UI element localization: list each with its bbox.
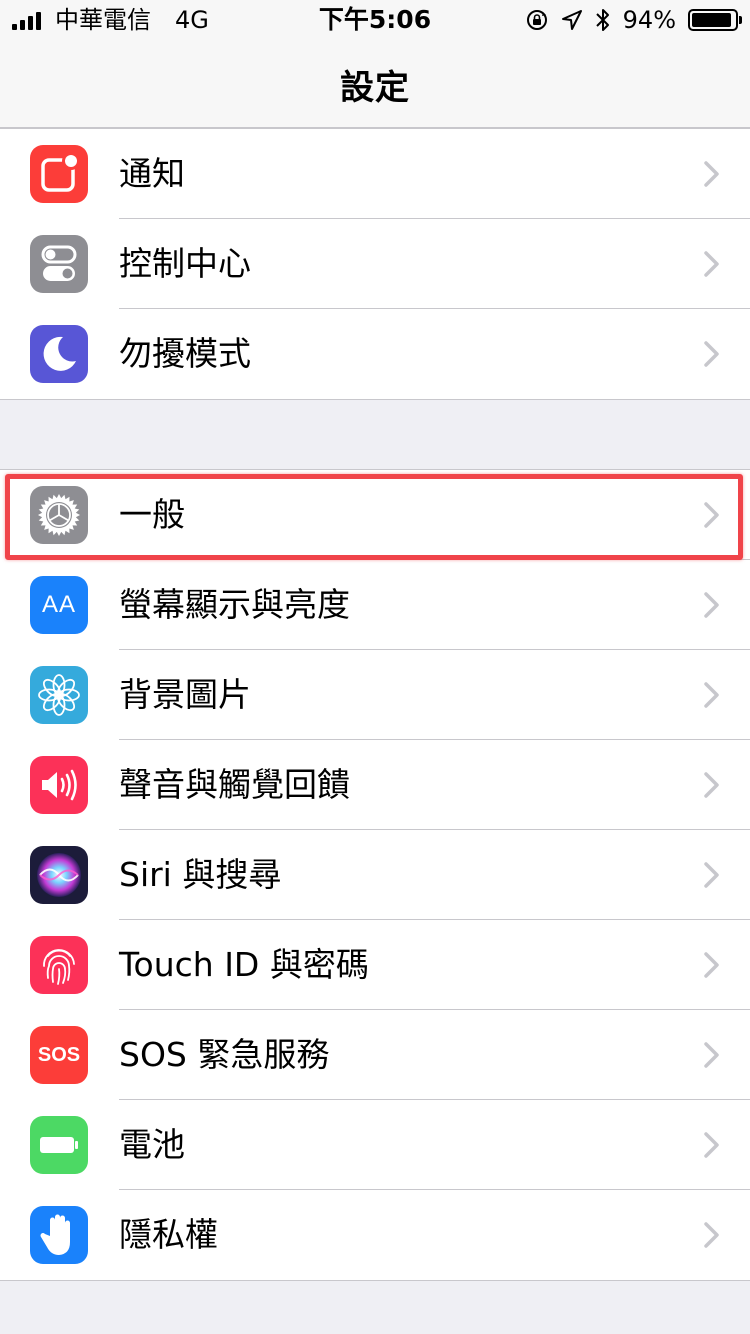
location-arrow-icon bbox=[561, 10, 582, 30]
settings-group-1: 通知 控制中心 勿擾模式 bbox=[0, 128, 750, 400]
chevron-right-icon bbox=[704, 592, 719, 618]
settings-row-label: 背景圖片 bbox=[119, 675, 251, 714]
settings-row-label: 一般 bbox=[119, 495, 185, 534]
notifications-icon bbox=[30, 145, 88, 203]
battery-fill bbox=[692, 13, 732, 27]
settings-row-label: 隱私權 bbox=[119, 1215, 218, 1254]
chevron-right-icon bbox=[704, 251, 719, 277]
bluetooth-icon bbox=[595, 9, 609, 31]
chevron-right-icon bbox=[704, 1132, 719, 1158]
chevron-right-icon bbox=[704, 682, 719, 708]
settings-row-general[interactable]: 一般 bbox=[0, 470, 750, 560]
settings-row-label: 勿擾模式 bbox=[119, 334, 251, 373]
chevron-right-icon bbox=[704, 1042, 719, 1068]
settings-row-label: 螢幕顯示與亮度 bbox=[119, 585, 350, 624]
siri-icon bbox=[30, 846, 88, 904]
navigation-bar: 中華電信 4G 下午5:06 94% 設定 bbox=[0, 0, 750, 128]
page-title: 設定 bbox=[340, 68, 410, 108]
display-brightness-icon: AA bbox=[30, 576, 88, 634]
chevron-right-icon bbox=[704, 952, 719, 978]
settings-row-emergency-sos[interactable]: SOS SOS 緊急服務 bbox=[0, 1010, 750, 1100]
sos-icon: SOS bbox=[30, 1026, 88, 1084]
settings-row-label: 聲音與觸覺回饋 bbox=[119, 765, 350, 804]
chevron-right-icon bbox=[704, 772, 719, 798]
battery-icon bbox=[30, 1116, 88, 1174]
settings-row-label: 通知 bbox=[119, 154, 185, 193]
control-center-icon bbox=[30, 235, 88, 293]
settings-row-notifications[interactable]: 通知 bbox=[0, 129, 750, 219]
settings-row-wallpaper[interactable]: 背景圖片 bbox=[0, 650, 750, 740]
chevron-right-icon bbox=[704, 502, 719, 528]
settings-row-privacy[interactable]: 隱私權 bbox=[0, 1190, 750, 1280]
settings-row-label: Siri 與搜尋 bbox=[119, 855, 282, 894]
settings-row-siri-search[interactable]: Siri 與搜尋 bbox=[0, 830, 750, 920]
status-right: 94% bbox=[525, 0, 742, 40]
chevron-right-icon bbox=[704, 1222, 719, 1248]
settings-row-label: 控制中心 bbox=[119, 244, 251, 283]
status-bar: 中華電信 4G 下午5:06 94% bbox=[0, 0, 750, 40]
battery-percent: 94% bbox=[622, 6, 676, 34]
gear-icon bbox=[30, 486, 88, 544]
settings-row-sounds-haptics[interactable]: 聲音與觸覺回饋 bbox=[0, 740, 750, 830]
settings-row-label: SOS 緊急服務 bbox=[119, 1035, 330, 1074]
chevron-right-icon bbox=[704, 341, 719, 367]
fingerprint-icon bbox=[30, 936, 88, 994]
rotation-lock-icon bbox=[526, 10, 547, 30]
settings-row-label: Touch ID 與密碼 bbox=[119, 945, 369, 984]
settings-row-display-brightness[interactable]: AA 螢幕顯示與亮度 bbox=[0, 560, 750, 650]
settings-row-battery[interactable]: 電池 bbox=[0, 1100, 750, 1190]
settings-row-do-not-disturb[interactable]: 勿擾模式 bbox=[0, 309, 750, 399]
chevron-right-icon bbox=[704, 161, 719, 187]
privacy-hand-icon bbox=[30, 1206, 88, 1264]
wallpaper-flower-icon bbox=[30, 666, 88, 724]
speaker-icon bbox=[30, 756, 88, 814]
settings-row-touch-id-passcode[interactable]: Touch ID 與密碼 bbox=[0, 920, 750, 1010]
chevron-right-icon bbox=[704, 862, 719, 888]
settings-group-2: 一般 AA 螢幕顯示與亮度 背景圖片 聲音與觸覺回饋 Siri 與搜尋 Touc… bbox=[0, 469, 750, 1281]
battery-status-icon bbox=[688, 9, 742, 31]
sos-icon-glyph: SOS bbox=[37, 1043, 81, 1066]
settings-row-label: 電池 bbox=[119, 1125, 185, 1164]
moon-icon bbox=[30, 325, 88, 383]
settings-row-control-center[interactable]: 控制中心 bbox=[0, 219, 750, 309]
display-icon-glyph: AA bbox=[41, 591, 76, 618]
